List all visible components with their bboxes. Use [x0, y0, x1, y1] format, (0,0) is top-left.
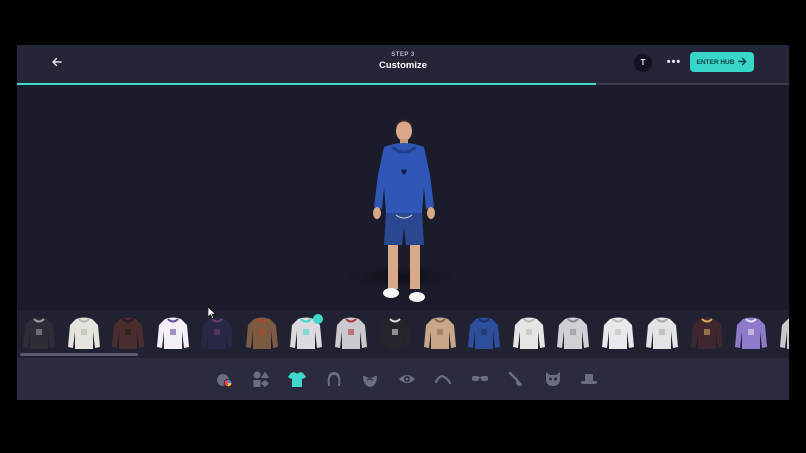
outfit-item[interactable] — [22, 315, 56, 351]
category-eyebrows-button[interactable] — [432, 368, 454, 390]
avatar-viewport[interactable]: ♥ — [17, 85, 789, 310]
brush-icon — [508, 371, 522, 386]
outfit-item[interactable] — [67, 315, 101, 351]
beard-icon — [363, 376, 377, 387]
avatar-model[interactable]: ♥ — [364, 117, 444, 312]
selected-badge-icon — [313, 314, 323, 324]
tshirt-icon — [288, 372, 306, 387]
outfit-item[interactable] — [156, 315, 190, 351]
outfit-item[interactable] — [200, 315, 234, 351]
category-glasses-button[interactable] — [469, 368, 491, 390]
category-face-paint-button[interactable] — [505, 368, 527, 390]
skin-tone-icon — [217, 374, 232, 387]
mouse-cursor-icon — [208, 307, 216, 319]
carousel-scrollbar[interactable] — [20, 353, 138, 356]
category-hat-button[interactable] — [578, 368, 600, 390]
outfit-item[interactable] — [690, 315, 724, 351]
avatar-customizer-app: STEP 3 Customize T ••• ENTER HUB ♥ — [17, 45, 789, 400]
shapes-icon — [253, 371, 269, 387]
profile-avatar-button[interactable]: T — [634, 54, 652, 72]
outfit-item[interactable] — [779, 315, 789, 351]
category-bar — [17, 358, 789, 400]
category-skin-button[interactable] — [213, 368, 235, 390]
outfit-item[interactable] — [556, 315, 590, 351]
outfit-item[interactable] — [245, 315, 279, 351]
eyebrow-icon — [434, 375, 452, 385]
category-outfit-button[interactable] — [286, 368, 308, 390]
glasses-icon — [471, 376, 488, 381]
category-beard-button[interactable] — [359, 368, 381, 390]
top-bar: STEP 3 Customize T ••• ENTER HUB — [17, 45, 789, 83]
category-shapes-button[interactable] — [250, 368, 272, 390]
category-eyes-button[interactable] — [396, 368, 418, 390]
svg-text:♥: ♥ — [400, 168, 407, 177]
arrow-right-icon — [738, 57, 747, 68]
outfit-item[interactable] — [289, 314, 323, 351]
outfit-item[interactable] — [601, 315, 635, 351]
outfit-carousel[interactable] — [17, 310, 789, 358]
more-options-button[interactable]: ••• — [665, 54, 683, 72]
outfit-item[interactable] — [334, 315, 368, 351]
outfit-item[interactable] — [423, 315, 457, 351]
hat-icon — [581, 374, 597, 384]
category-hair-button[interactable] — [323, 368, 345, 390]
outfit-item[interactable] — [378, 315, 412, 351]
eye-icon — [398, 375, 415, 383]
outfit-item[interactable] — [734, 315, 768, 351]
outfit-item[interactable] — [467, 315, 501, 351]
outfit-item[interactable] — [111, 315, 145, 351]
enter-hub-label: ENTER HUB — [696, 58, 735, 66]
category-mask-button[interactable] — [542, 368, 564, 390]
outfit-item[interactable] — [645, 315, 679, 351]
enter-hub-button[interactable]: ENTER HUB — [690, 52, 754, 72]
hair-icon — [327, 372, 340, 386]
outfit-item[interactable] — [512, 315, 546, 351]
mask-icon — [545, 372, 560, 386]
